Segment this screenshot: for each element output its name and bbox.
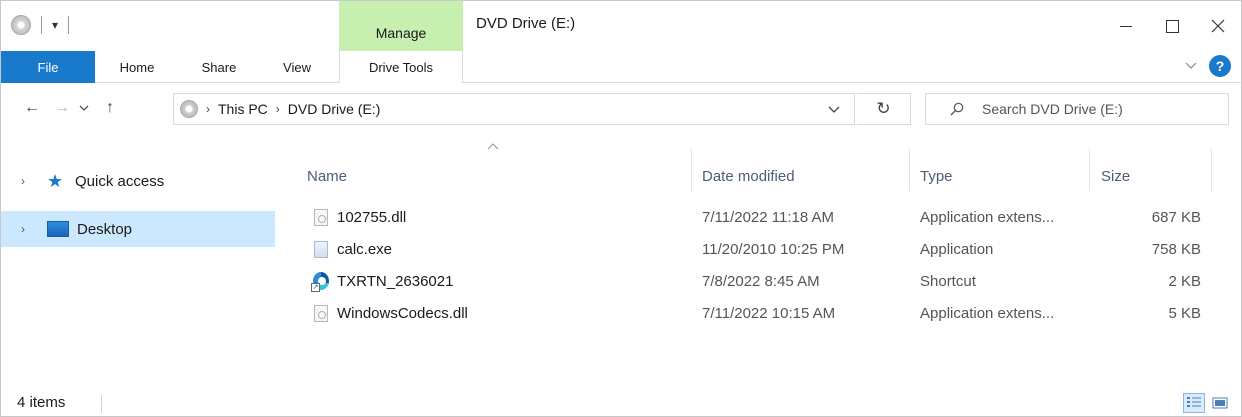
refresh-button[interactable]: ↻ [857,93,911,125]
toolbar-divider [68,16,70,34]
large-icons-view-button[interactable] [1209,393,1231,413]
dvd-drive-icon[interactable] [11,15,31,35]
navigation-pane: › ★ Quick access › Desktop [1,135,275,385]
chevron-down-icon [79,105,89,111]
star-icon: ★ [47,170,64,191]
ribbon-tabs: File Home Share View Drive Tools ? [1,51,1241,84]
file-list: Name Date modified Type Size 102755.dll … [291,135,1241,385]
customize-toolbar-dropdown[interactable]: ▾ [52,18,58,32]
file-type: Application extens... [920,208,1055,226]
tab-view[interactable]: View [267,51,327,83]
search-box[interactable] [925,93,1229,125]
column-divider[interactable] [909,149,910,191]
tab-share[interactable]: Share [183,51,255,83]
desktop-icon [47,221,69,237]
minimize-icon [1120,25,1132,27]
sort-ascending-icon [487,143,499,150]
maximize-button[interactable] [1149,1,1195,51]
file-name[interactable]: WindowsCodecs.dll [337,297,468,329]
file-name[interactable]: TXRTN_2636021 [337,265,453,297]
column-divider[interactable] [1211,149,1212,191]
tab-file[interactable]: File [1,51,95,83]
close-icon [1211,19,1225,33]
minimize-button[interactable] [1103,1,1149,51]
address-row: ← → ↑ › This PC › DVD Drive (E:) ↻ [1,83,1241,135]
address-dropdown-icon[interactable] [828,106,840,114]
edge-shortcut-icon: ↗ [311,265,329,297]
window-controls [1103,1,1241,51]
window-title: DVD Drive (E:) [476,15,576,32]
file-size: 687 KB [1151,208,1201,226]
file-size: 758 KB [1151,240,1201,258]
ribbon-right-controls: ? [1185,55,1231,77]
maximize-icon [1165,19,1179,33]
file-date-modified: 7/8/2022 8:45 AM [702,272,820,290]
chevron-right-icon[interactable]: › [276,102,280,116]
column-divider[interactable] [1089,149,1090,191]
status-divider [101,395,102,413]
breadcrumb-this-pc[interactable]: This PC [218,101,268,117]
file-date-modified: 11/20/2010 10:25 PM [702,240,845,258]
chevron-right-icon[interactable]: › [21,222,35,236]
expand-ribbon-icon[interactable] [1185,62,1197,70]
column-header-size[interactable]: Size [1101,161,1130,191]
help-button[interactable]: ? [1209,55,1231,77]
view-switcher [1183,393,1231,413]
file-type: Application extens... [920,304,1055,322]
sidebar-item-label: Desktop [77,220,133,238]
file-name[interactable]: 102755.dll [337,201,406,233]
toolbar-divider [41,16,42,34]
file-type: Shortcut [920,272,976,290]
file-date-modified: 7/11/2022 10:15 AM [702,304,836,322]
dll-file-icon [313,201,329,233]
breadcrumb-dvd-drive[interactable]: DVD Drive (E:) [288,101,381,117]
up-button[interactable]: ↑ [97,95,123,121]
file-date-modified: 7/11/2022 11:18 AM [702,208,835,226]
tab-drive-tools[interactable]: Drive Tools [339,51,463,84]
manage-context-tab-group: Manage [339,1,463,51]
file-row[interactable]: calc.exe 11/20/2010 10:25 PM Application… [291,233,1221,265]
quick-access-toolbar: ▾ [11,15,70,35]
back-button[interactable]: ← [19,95,45,121]
file-type: Application [920,240,994,258]
details-view-button[interactable] [1183,393,1205,413]
column-header-date-modified[interactable]: Date modified [702,161,795,191]
chevron-right-icon[interactable]: › [21,174,35,188]
dvd-drive-icon [180,100,198,118]
sidebar-item-quick-access[interactable]: › ★ Quick access [1,163,275,199]
file-row[interactable]: ↗ TXRTN_2636021 7/8/2022 8:45 AM Shortcu… [291,265,1221,297]
chevron-right-icon[interactable]: › [206,102,210,116]
forward-button[interactable]: → [49,95,75,121]
file-row[interactable]: WindowsCodecs.dll 7/11/2022 10:15 AM App… [291,297,1221,329]
file-name[interactable]: calc.exe [337,233,392,265]
column-header-type[interactable]: Type [920,161,953,191]
sidebar-item-label: Quick access [75,172,165,190]
tab-home[interactable]: Home [101,51,173,83]
close-button[interactable] [1195,1,1241,51]
sidebar-item-desktop[interactable]: › Desktop [1,211,275,247]
file-size: 2 KB [1168,272,1201,290]
column-divider[interactable] [691,149,692,191]
file-size: 5 KB [1168,304,1201,322]
explorer-window: ▾ Manage DVD Drive (E:) File Home Share … [0,0,1242,417]
exe-file-icon [313,233,329,265]
column-header-name[interactable]: Name [307,161,347,191]
recent-locations-button[interactable] [75,95,93,121]
dll-file-icon [313,297,329,329]
large-icons-view-icon [1212,397,1228,409]
address-bar[interactable]: › This PC › DVD Drive (E:) [173,93,855,125]
title-bar: ▾ Manage DVD Drive (E:) [1,1,1241,51]
search-icon [948,100,966,118]
status-bar: 4 items [1,389,1241,417]
details-view-icon [1187,397,1201,407]
file-row[interactable]: 102755.dll 7/11/2022 11:18 AM Applicatio… [291,201,1221,233]
search-input[interactable] [982,101,1222,117]
item-count: 4 items [17,394,66,411]
